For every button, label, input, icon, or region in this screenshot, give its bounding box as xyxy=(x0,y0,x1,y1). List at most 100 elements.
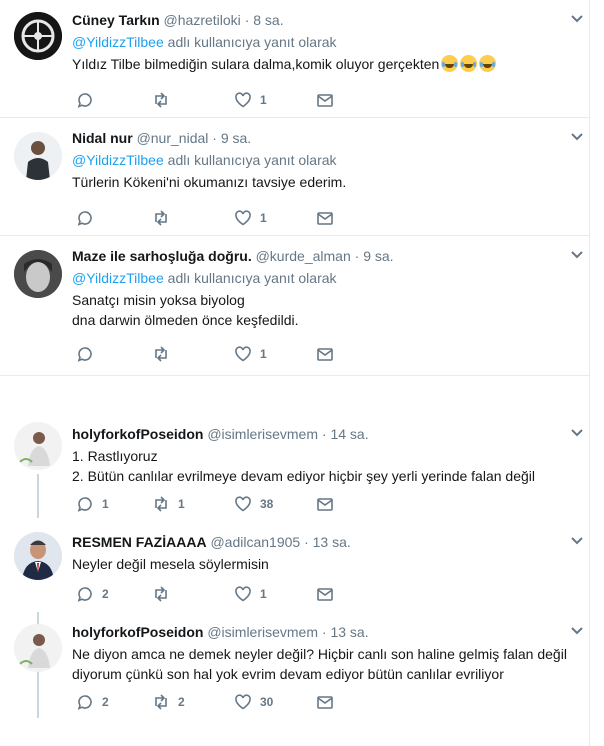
chevron-down-icon[interactable] xyxy=(570,626,584,636)
like-count: 1 xyxy=(260,211,267,225)
direct-message-button[interactable] xyxy=(316,90,342,110)
avatar[interactable] xyxy=(14,250,62,298)
mention-link[interactable]: @YildizzTilbee xyxy=(72,270,164,286)
tweet[interactable]: RESMEN FAZİAAAA @adilcan1905 · 13 sa. Ne… xyxy=(0,524,590,616)
display-name[interactable]: Nidal nur xyxy=(72,130,133,146)
retweet-button[interactable] xyxy=(152,344,178,364)
reply-button[interactable] xyxy=(76,90,102,110)
direct-message-button[interactable] xyxy=(316,584,342,604)
tweet[interactable]: holyforkofPoseidon @isimlerisevmem · 14 … xyxy=(0,418,590,518)
reply-icon xyxy=(77,211,92,226)
reply-count: 2 xyxy=(102,695,109,709)
like-button[interactable]: 1 xyxy=(234,208,267,228)
retweet-count: 1 xyxy=(178,497,185,511)
separator-dot: · xyxy=(321,426,327,442)
reply-button[interactable]: 1 xyxy=(76,494,109,514)
retweet-button[interactable] xyxy=(152,208,178,228)
retweet-icon xyxy=(155,694,167,710)
tweet-header: RESMEN FAZİAAAA @adilcan1905 · 13 sa. xyxy=(72,532,578,552)
tweet-actions: 2 1 xyxy=(72,584,372,604)
heart-icon xyxy=(235,694,251,710)
like-button[interactable]: 30 xyxy=(234,692,273,712)
username[interactable]: @kurde_alman xyxy=(256,248,351,264)
avatar[interactable] xyxy=(14,532,62,580)
heart-icon xyxy=(235,92,251,108)
tweet-text: Neyler değil mesela söylermisin xyxy=(72,556,269,572)
reply-button[interactable] xyxy=(76,344,102,364)
direct-message-icon xyxy=(317,696,333,709)
chevron-down-icon[interactable] xyxy=(570,428,584,438)
mention-link[interactable]: @YildizzTilbee xyxy=(72,152,164,168)
timestamp[interactable]: 8 sa. xyxy=(253,12,283,28)
tweet-header: holyforkofPoseidon @isimlerisevmem · 14 … xyxy=(72,424,578,444)
separator-dot: · xyxy=(212,130,217,146)
tweet[interactable]: holyforkofPoseidon @isimlerisevmem · 13 … xyxy=(0,616,590,736)
display-name[interactable]: Maze ile sarhoşluğa doğru. xyxy=(72,248,252,264)
like-count: 1 xyxy=(260,347,267,361)
reply-context-label: adlı kullanıcıya yanıt olarak xyxy=(167,34,337,50)
tweet-text: Türlerin Kökeni'ni okumanızı tavsiye ede… xyxy=(72,174,347,190)
tweet[interactable]: Nidal nur @nur_nidal · 9 sa. @YildizzTil… xyxy=(0,118,590,236)
tweet-actions: 2 2 30 xyxy=(72,692,372,712)
chevron-down-icon[interactable] xyxy=(570,250,584,260)
chevron-down-icon[interactable] xyxy=(570,536,584,546)
username[interactable]: @isimlerisevmem xyxy=(207,624,318,640)
separator-dot: · xyxy=(354,248,360,264)
direct-message-button[interactable] xyxy=(316,208,342,228)
timestamp[interactable]: 13 sa. xyxy=(313,534,351,550)
avatar[interactable] xyxy=(14,624,62,672)
chevron-down-icon[interactable] xyxy=(570,132,584,142)
timestamp[interactable]: 9 sa. xyxy=(363,248,393,264)
display-name[interactable]: Cüney Tarkın xyxy=(72,12,160,28)
avatar-person-image xyxy=(14,132,62,180)
reply-button[interactable]: 2 xyxy=(76,584,109,604)
direct-message-button[interactable] xyxy=(316,692,342,712)
retweet-icon xyxy=(155,210,167,226)
tweet-header: Nidal nur @nur_nidal · 9 sa. xyxy=(72,128,578,148)
username[interactable]: @hazretiloki xyxy=(164,12,241,28)
like-button[interactable]: 38 xyxy=(234,494,273,514)
tweet-text: Yıldız Tilbe bilmediğin sulara dalma,kom… xyxy=(72,54,578,74)
tweet-header: Cüney Tarkın @hazretiloki · 8 sa. xyxy=(72,10,578,30)
heart-icon xyxy=(235,496,251,512)
reply-button[interactable] xyxy=(76,208,102,228)
tweet-text: 1. Rastlıyoruz 2. Bütün canlılar evrilme… xyxy=(72,448,535,484)
avatar[interactable] xyxy=(14,12,62,60)
direct-message-icon xyxy=(317,588,333,601)
heart-icon xyxy=(235,586,251,602)
like-count: 1 xyxy=(260,93,267,107)
face-with-tears-of-joy-icon xyxy=(460,55,478,72)
retweet-button[interactable]: 2 xyxy=(152,692,185,712)
display-name[interactable]: holyforkofPoseidon xyxy=(72,426,203,442)
face-with-tears-of-joy-icon xyxy=(479,55,497,72)
direct-message-button[interactable] xyxy=(316,344,342,364)
retweet-button[interactable]: 1 xyxy=(152,494,185,514)
timestamp[interactable]: 13 sa. xyxy=(330,624,368,640)
tweet[interactable]: Cüney Tarkın @hazretiloki · 8 sa. @Yildi… xyxy=(0,0,590,118)
retweet-button[interactable] xyxy=(152,584,178,604)
reply-icon xyxy=(77,695,92,710)
direct-message-icon xyxy=(317,348,333,361)
reply-icon xyxy=(77,587,92,602)
direct-message-icon xyxy=(317,212,333,225)
timestamp[interactable]: 9 sa. xyxy=(221,130,251,146)
display-name[interactable]: RESMEN FAZİAAAA xyxy=(72,534,207,550)
username[interactable]: @nur_nidal xyxy=(137,130,209,146)
chevron-down-icon[interactable] xyxy=(570,14,584,24)
avatar[interactable] xyxy=(14,422,62,470)
like-button[interactable]: 1 xyxy=(234,344,267,364)
retweet-button[interactable] xyxy=(152,90,178,110)
tweet-header: holyforkofPoseidon @isimlerisevmem · 13 … xyxy=(72,622,578,642)
mention-link[interactable]: @YildizzTilbee xyxy=(72,34,164,50)
reply-button[interactable]: 2 xyxy=(76,692,109,712)
like-button[interactable]: 1 xyxy=(234,584,267,604)
timestamp[interactable]: 14 sa. xyxy=(330,426,368,442)
username[interactable]: @isimlerisevmem xyxy=(207,426,318,442)
avatar[interactable] xyxy=(14,132,62,180)
heart-icon xyxy=(235,346,251,362)
tweet[interactable]: Maze ile sarhoşluğa doğru. @kurde_alman … xyxy=(0,236,590,376)
like-button[interactable]: 1 xyxy=(234,90,267,110)
username[interactable]: @adilcan1905 xyxy=(210,534,300,550)
direct-message-button[interactable] xyxy=(316,494,342,514)
display-name[interactable]: holyforkofPoseidon xyxy=(72,624,203,640)
